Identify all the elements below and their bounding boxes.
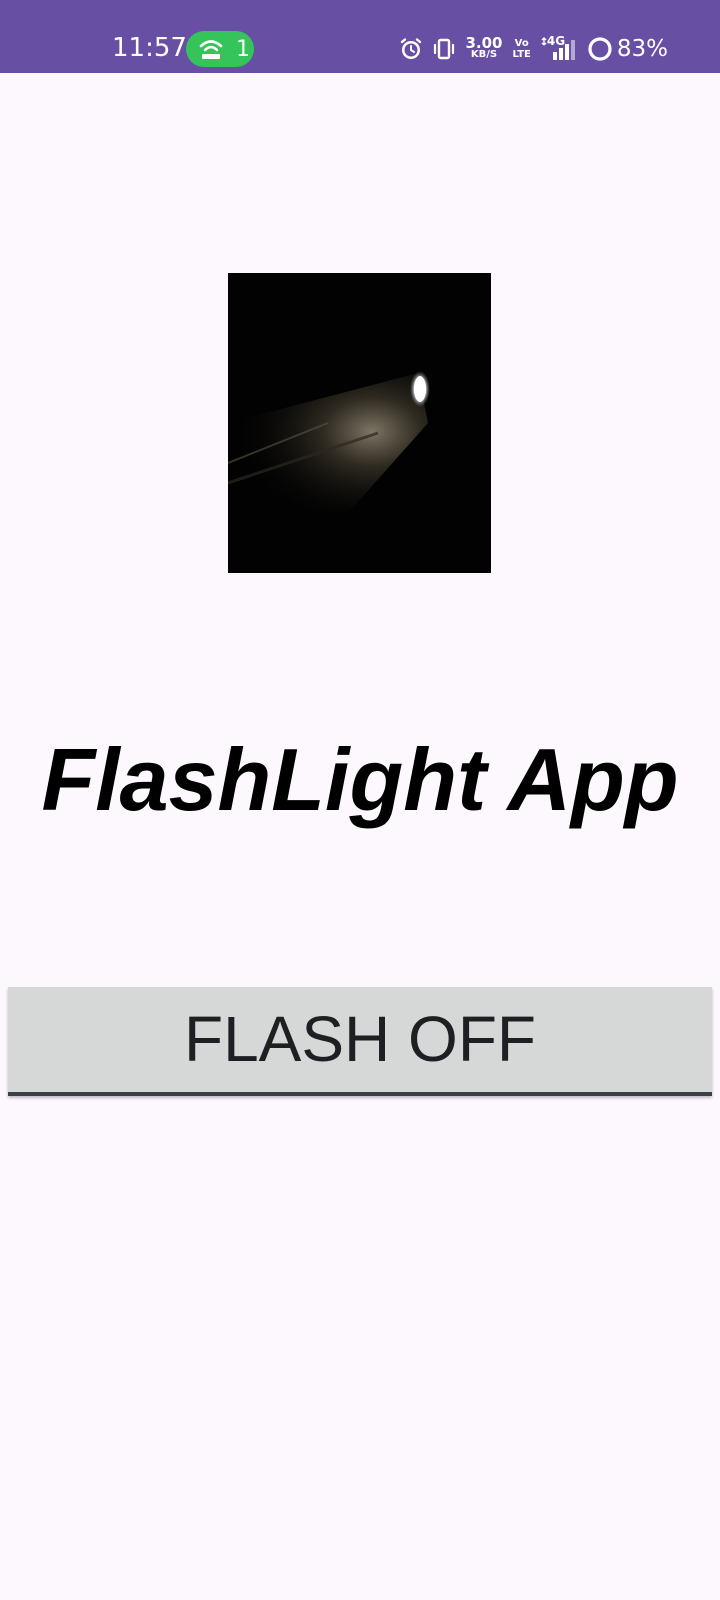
system-icons: 3.00 KB/S Vo LTE 4G 83% <box>399 31 720 67</box>
hotspot-icon <box>199 40 223 59</box>
vibrate-icon <box>434 38 455 60</box>
alarm-icon <box>401 38 422 59</box>
battery-icon <box>588 37 612 61</box>
volte-bottom: LTE <box>512 49 531 60</box>
volte-top: Vo <box>514 38 529 49</box>
network-speed-value: 3.00 <box>465 34 503 52</box>
battery-level: 83% <box>616 36 668 62</box>
app-title: FlashLight App <box>41 730 679 829</box>
signal-icon <box>541 37 575 60</box>
network-speed-unit: KB/S <box>470 49 498 60</box>
flashlight-image <box>228 273 491 573</box>
status-time: 11:57 <box>112 33 187 63</box>
signal-indicator: 4G <box>541 34 577 62</box>
hotspot-indicator[interactable]: 1 <box>186 31 254 67</box>
flash-toggle-button[interactable]: FLASH OFF <box>8 987 712 1096</box>
status-bar: 11:57 1 3.00 KB/S Vo LTE 4G 83% <box>0 0 720 73</box>
network-speed: 3.00 KB/S <box>465 34 503 61</box>
volte-indicator: Vo LTE <box>513 38 531 60</box>
hotspot-count: 1 <box>236 36 250 62</box>
